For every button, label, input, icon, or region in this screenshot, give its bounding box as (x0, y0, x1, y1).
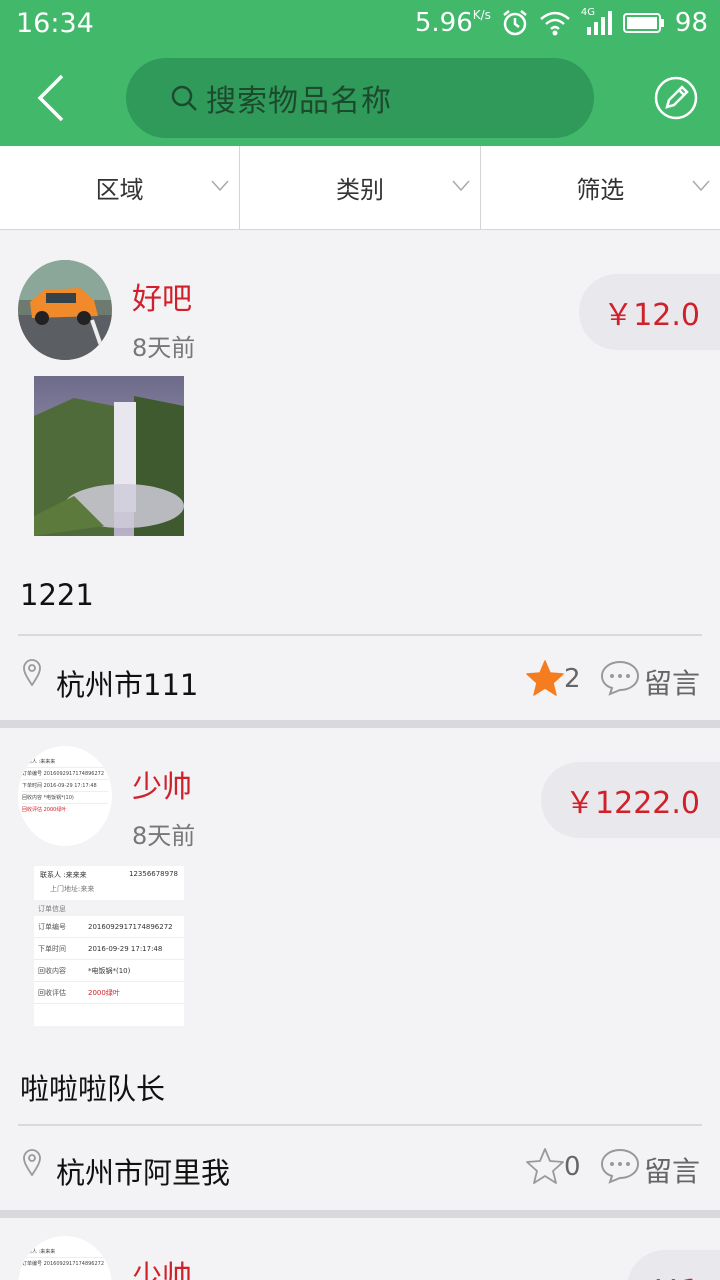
comment-button[interactable]: 留言 (644, 662, 700, 702)
chevron-down-icon (211, 180, 229, 192)
location-text: 杭州市阿里我 (56, 1156, 231, 1190)
card-separator (0, 1210, 720, 1218)
price-badge: ￥1222.0 (541, 762, 720, 838)
location-pin-icon (23, 659, 41, 686)
username[interactable]: 好吧 (132, 274, 192, 318)
username[interactable]: 少帅 (132, 762, 192, 806)
divider (18, 634, 702, 636)
post-time: 8天前 (132, 334, 196, 362)
post-description: 啦啦啦队长 (20, 1072, 166, 1106)
avatar[interactable]: 联系人 :来来来 订单编号 2016092917174896272 (18, 1236, 112, 1280)
divider (18, 1124, 702, 1126)
status-time: 16:34 (16, 8, 94, 39)
filter-category[interactable]: 类别 (240, 146, 481, 229)
filter-region[interactable]: 区域 (0, 146, 241, 229)
post-time: 8天前 (132, 822, 196, 850)
username[interactable]: 少帅 (132, 1252, 192, 1280)
comment-icon[interactable] (600, 1148, 640, 1184)
chevron-down-icon (692, 180, 710, 192)
favorite-star-icon[interactable] (526, 660, 564, 696)
chevron-down-icon (452, 180, 470, 192)
avatar[interactable]: 联系人 :来来来 订单编号 2016092917174896272 下单时间 2… (18, 746, 112, 846)
network-speed: 5.96K/s (414, 8, 491, 38)
edit-icon[interactable] (654, 76, 698, 120)
post-card[interactable]: 好吧 8天前 ￥12.0 1221 杭州市111 2 留言 (0, 230, 720, 720)
favorite-count: 2 (564, 664, 581, 694)
post-card[interactable]: 联系人 :来来来 订单编号 2016092917174896272 少帅 ￥1 (0, 1218, 720, 1280)
avatar[interactable] (18, 260, 112, 360)
filter-bar: 区域 类别 筛选 (0, 146, 720, 230)
filter-region-label: 区域 (95, 176, 144, 204)
favorite-count: 0 (564, 1152, 581, 1182)
post-description: 1221 (20, 578, 94, 612)
post-image[interactable] (34, 376, 184, 536)
price-badge: ￥1 (626, 1250, 720, 1280)
card-separator (0, 720, 720, 728)
search-input[interactable]: 搜索物品名称 (126, 58, 594, 138)
search-icon (171, 85, 197, 111)
comment-icon[interactable] (600, 660, 640, 696)
post-image[interactable]: 联系人 :来来来 12356678978 上门地址:来来 订单信息 订单编号 20… (34, 866, 184, 1026)
wifi-icon (540, 11, 570, 36)
post-card[interactable]: 联系人 :来来来 订单编号 2016092917174896272 下单时间 2… (0, 728, 720, 1210)
top-bar: 搜索物品名称 (0, 50, 720, 146)
comment-button[interactable]: 留言 (644, 1150, 700, 1190)
back-arrow-icon[interactable] (30, 70, 80, 126)
battery-icon (622, 13, 664, 33)
status-bar: 16:34 5.96K/s 4G 98 (0, 0, 720, 50)
signal-icon: 4G (581, 7, 613, 37)
location-text: 杭州市111 (56, 668, 199, 702)
alarm-icon (503, 10, 527, 36)
filter-sort-label: 筛选 (576, 176, 625, 204)
favorite-star-icon[interactable] (526, 1148, 564, 1184)
search-placeholder: 搜索物品名称 (206, 84, 392, 119)
location-pin-icon (23, 1149, 41, 1176)
status-icons: 5.96K/s 4G 98 (414, 7, 708, 38)
order-screenshot: 联系人 :来来来 12356678978 上门地址:来来 订单信息 订单编号 20… (34, 866, 184, 1026)
filter-category-label: 类别 (335, 176, 384, 204)
filter-sort[interactable]: 筛选 (481, 146, 720, 229)
price-badge: ￥12.0 (579, 274, 720, 350)
battery-level: 98 (674, 8, 708, 38)
